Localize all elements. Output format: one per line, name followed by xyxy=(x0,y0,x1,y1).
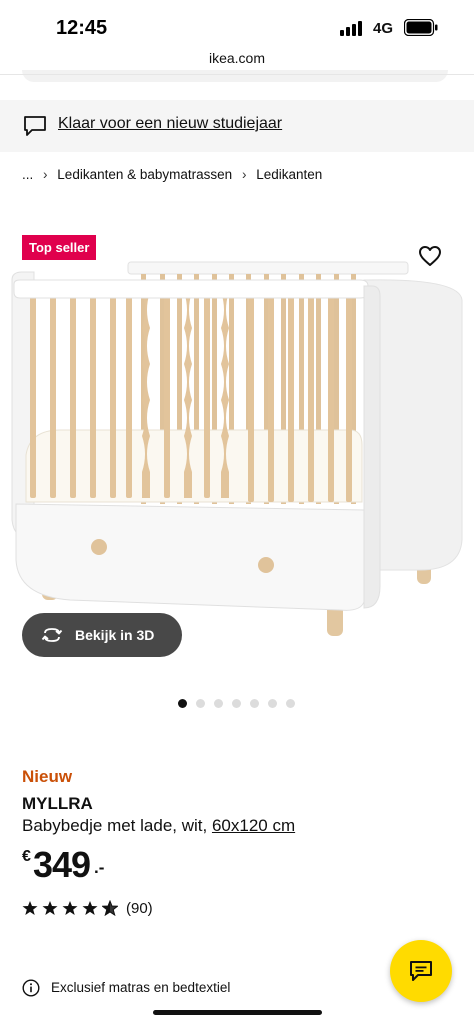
status-time: 12:45 xyxy=(56,17,108,39)
promo-link[interactable]: Klaar voor een nieuw studiejaar xyxy=(58,115,282,133)
status-bar: 12:45 4G xyxy=(0,0,474,48)
gallery-dot[interactable] xyxy=(178,699,187,708)
star-icon xyxy=(22,901,38,915)
breadcrumb: ... › Ledikanten & babymatrassen › Ledik… xyxy=(22,167,322,182)
star-icon xyxy=(62,901,78,915)
network-type: 4G xyxy=(373,20,394,37)
breadcrumb-separator: › xyxy=(43,167,48,182)
heart-icon[interactable] xyxy=(418,245,442,267)
star-icon xyxy=(42,901,58,915)
review-count[interactable]: (90) xyxy=(126,900,153,917)
gallery-dot[interactable] xyxy=(250,699,259,708)
product-description-text: Babybedje met lade, wit, xyxy=(22,816,208,835)
gallery-dot[interactable] xyxy=(196,699,205,708)
divider xyxy=(0,74,474,75)
signal-icon xyxy=(340,21,362,36)
price-decimals: .- xyxy=(94,858,105,877)
view-3d-button[interactable]: Bekijk in 3D xyxy=(22,613,182,657)
product-name: MYLLRA xyxy=(22,794,93,813)
price-currency: € xyxy=(22,848,31,865)
view-3d-label: Bekijk in 3D xyxy=(75,627,155,643)
star-icon xyxy=(82,901,98,915)
breadcrumb-item-ellipsis[interactable]: ... xyxy=(22,167,33,182)
gallery-dot[interactable] xyxy=(214,699,223,708)
chat-icon xyxy=(410,961,432,981)
star-half-icon xyxy=(102,900,118,916)
price-amount: 349 xyxy=(33,844,91,885)
chat-bubble-icon xyxy=(24,116,46,136)
promo-banner[interactable]: Klaar voor een nieuw studiejaar xyxy=(0,100,474,152)
product-description: Babybedje met lade, wit, 60x120 cm xyxy=(22,816,295,836)
gallery-dot[interactable] xyxy=(268,699,277,708)
new-label: Nieuw xyxy=(22,767,73,786)
rotate-3d-icon xyxy=(41,628,63,642)
url-bar[interactable]: ikea.com xyxy=(0,50,474,66)
product-image[interactable] xyxy=(0,240,474,660)
breadcrumb-item-ledikanten[interactable]: Ledikanten xyxy=(256,167,322,182)
gallery-dot[interactable] xyxy=(232,699,241,708)
chat-button[interactable] xyxy=(390,940,452,1002)
product-size-link[interactable]: 60x120 cm xyxy=(212,816,295,835)
home-indicator[interactable] xyxy=(153,1010,322,1015)
breadcrumb-item-ledikanten-babymatrassen[interactable]: Ledikanten & babymatrassen xyxy=(57,167,232,182)
top-seller-badge: Top seller xyxy=(22,235,97,260)
breadcrumb-separator: › xyxy=(241,167,247,182)
battery-icon xyxy=(404,19,438,36)
info-icon xyxy=(22,979,40,997)
gallery-dot[interactable] xyxy=(286,699,295,708)
info-text: Exclusief matras en bedtextiel xyxy=(51,980,231,995)
search-bar-edge xyxy=(22,70,448,82)
